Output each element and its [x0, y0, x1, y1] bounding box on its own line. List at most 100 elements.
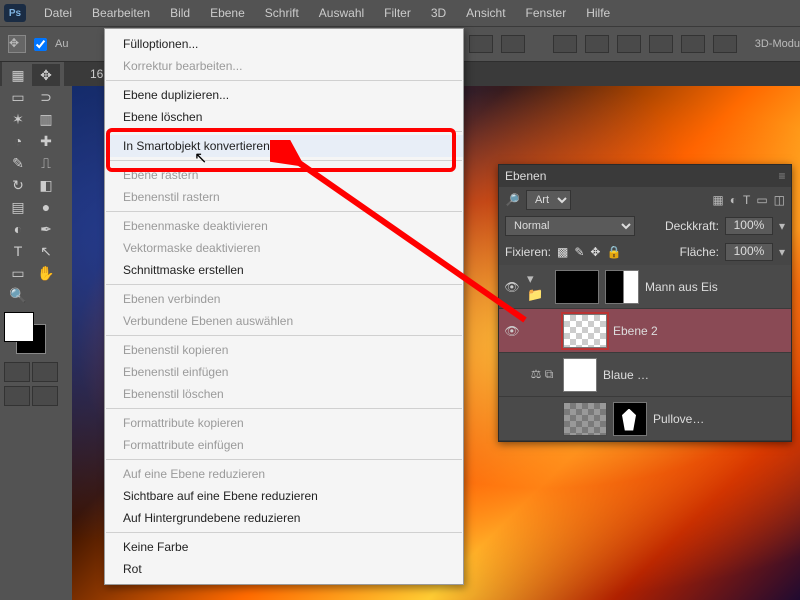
- menu-schrift[interactable]: Schrift: [255, 6, 309, 20]
- layer-row-selected[interactable]: 👁 Ebene 2: [499, 309, 791, 353]
- layers-tab[interactable]: Ebenen: [505, 169, 546, 183]
- menu-ebene[interactable]: Ebene: [200, 6, 255, 20]
- fill-value[interactable]: 100%: [725, 243, 773, 261]
- menu-item[interactable]: Rot: [105, 558, 463, 580]
- tool-gradient[interactable]: ▤: [4, 196, 32, 218]
- auto-select-checkbox[interactable]: [34, 38, 47, 51]
- menu-item[interactable]: Sichtbare auf eine Ebene reduzieren: [105, 485, 463, 507]
- tool-marquee[interactable]: ▭: [4, 86, 32, 108]
- tool-blur[interactable]: ●: [32, 196, 60, 218]
- distribute-icon[interactable]: [585, 35, 609, 53]
- distribute-icon[interactable]: [649, 35, 673, 53]
- menu-filter[interactable]: Filter: [374, 6, 421, 20]
- filter-smart-icon[interactable]: ◫: [774, 193, 785, 207]
- tool-pen[interactable]: ✒: [32, 218, 60, 240]
- tool-zoom[interactable]: 🔍: [4, 284, 32, 306]
- layer-mask-thumb[interactable]: [613, 402, 647, 436]
- layer-name[interactable]: Mann aus Eis: [645, 280, 718, 294]
- tool-path[interactable]: ↖: [32, 240, 60, 262]
- menu-item[interactable]: Ebene löschen: [105, 106, 463, 128]
- tool-crop[interactable]: ▥: [32, 108, 60, 130]
- menu-fenster[interactable]: Fenster: [516, 6, 577, 20]
- tool-eyedropper[interactable]: ◔: [4, 130, 32, 152]
- filter-type-icon[interactable]: T: [743, 193, 750, 207]
- layer-row[interactable]: ⚖ ⧉ Blaue …: [499, 353, 791, 397]
- menu-item: Ebenen verbinden: [105, 288, 463, 310]
- tool-stamp[interactable]: ⎍: [32, 152, 60, 174]
- panel-menu-icon[interactable]: ≡: [773, 169, 791, 183]
- layer-mask-thumb[interactable]: [605, 270, 639, 304]
- opacity-arrow-icon[interactable]: ▾: [779, 219, 785, 233]
- tool-hand[interactable]: ✋: [32, 262, 60, 284]
- tool-brush[interactable]: ✎: [4, 152, 32, 174]
- fill-arrow-icon[interactable]: ▾: [779, 245, 785, 259]
- layer-row[interactable]: Pullove…: [499, 397, 791, 441]
- distribute-icon[interactable]: [713, 35, 737, 53]
- tool-type[interactable]: T: [4, 240, 32, 262]
- foreground-color[interactable]: [4, 312, 34, 342]
- extra-icon[interactable]: [32, 386, 58, 406]
- menu-item[interactable]: Keine Farbe: [105, 536, 463, 558]
- group-toggle-icon[interactable]: ▾ 📁: [527, 271, 549, 303]
- align-icon[interactable]: [469, 35, 493, 53]
- fill-label: Fläche:: [680, 245, 719, 259]
- layer-name[interactable]: Blaue …: [603, 368, 649, 382]
- extra-icon[interactable]: [4, 386, 30, 406]
- layer-name[interactable]: Ebene 2: [613, 324, 658, 338]
- tool-lasso[interactable]: ⊃: [32, 86, 60, 108]
- tool-shape[interactable]: ▭: [4, 262, 32, 284]
- menu-item[interactable]: Schnittmaske erstellen: [105, 259, 463, 281]
- menu-bearbeiten[interactable]: Bearbeiten: [82, 6, 160, 20]
- menu-item[interactable]: Fülloptionen...: [105, 33, 463, 55]
- filter-pixel-icon[interactable]: ▦: [712, 193, 723, 207]
- blend-mode-select[interactable]: Normal: [505, 216, 635, 236]
- menu-item: Korrektur bearbeiten...: [105, 55, 463, 77]
- layer-thumb[interactable]: [563, 314, 607, 348]
- search-icon[interactable]: 🔎: [505, 193, 520, 207]
- toolbox: ▦ ✥ ▭ ⊃ ✶ ▥ ◔ ✚ ✎ ⎍ ↻ ◧ ▤ ● ◐ ✒ T ↖ ▭ ✋ …: [2, 62, 64, 408]
- menu-item: Formattribute einfügen: [105, 434, 463, 456]
- layer-mask-thumb[interactable]: [563, 358, 597, 392]
- menu-hilfe[interactable]: Hilfe: [576, 6, 620, 20]
- visibility-icon[interactable]: 👁: [503, 280, 521, 294]
- tool-history[interactable]: ↻: [4, 174, 32, 196]
- layer-filter-kind[interactable]: Art: [526, 190, 571, 210]
- menu-auswahl[interactable]: Auswahl: [309, 6, 374, 20]
- lock-trans-icon[interactable]: ▩: [557, 245, 568, 259]
- tool-heal[interactable]: ✚: [32, 130, 60, 152]
- layer-row[interactable]: 👁 ▾ 📁 Mann aus Eis: [499, 265, 791, 309]
- distribute-icon[interactable]: [553, 35, 577, 53]
- tool-dodge[interactable]: ◐: [4, 218, 32, 240]
- lock-pos-icon[interactable]: ✥: [590, 245, 600, 259]
- menu-3d[interactable]: 3D: [421, 6, 456, 20]
- menu-item[interactable]: Ebene duplizieren...: [105, 84, 463, 106]
- distribute-icon[interactable]: [681, 35, 705, 53]
- screenmode-icon[interactable]: [32, 362, 58, 382]
- opacity-value[interactable]: 100%: [725, 217, 773, 235]
- tool-spare[interactable]: [32, 284, 60, 306]
- menu-ansicht[interactable]: Ansicht: [456, 6, 515, 20]
- tool-wand[interactable]: ✶: [4, 108, 32, 130]
- visibility-icon[interactable]: 👁: [503, 324, 521, 338]
- layer-name[interactable]: Pullove…: [653, 412, 704, 426]
- lock-all-icon[interactable]: 🔒: [606, 245, 621, 259]
- link-icon[interactable]: ⚖ ⧉: [527, 367, 557, 382]
- lock-pixel-icon[interactable]: ✎: [574, 245, 584, 259]
- tool-item[interactable]: ▦: [4, 64, 32, 86]
- align-icon[interactable]: [501, 35, 525, 53]
- menu-bild[interactable]: Bild: [160, 6, 200, 20]
- menu-item[interactable]: Auf Hintergrundebene reduzieren: [105, 507, 463, 529]
- color-swatches[interactable]: [4, 312, 60, 358]
- distribute-icon[interactable]: [617, 35, 641, 53]
- tool-eraser[interactable]: ◧: [32, 174, 60, 196]
- tool-move[interactable]: ✥: [32, 64, 60, 86]
- layer-thumb[interactable]: [563, 402, 607, 436]
- menu-item[interactable]: In Smartobjekt konvertieren: [105, 135, 463, 157]
- layer-thumb[interactable]: [555, 270, 599, 304]
- opacity-label: Deckkraft:: [665, 219, 719, 233]
- quickmask-icon[interactable]: [4, 362, 30, 382]
- filter-shape-icon[interactable]: ▭: [756, 193, 767, 207]
- filter-adjust-icon[interactable]: ◐: [730, 193, 737, 207]
- menu-datei[interactable]: Datei: [34, 6, 82, 20]
- move-tool-preset-icon[interactable]: ✥: [8, 35, 26, 53]
